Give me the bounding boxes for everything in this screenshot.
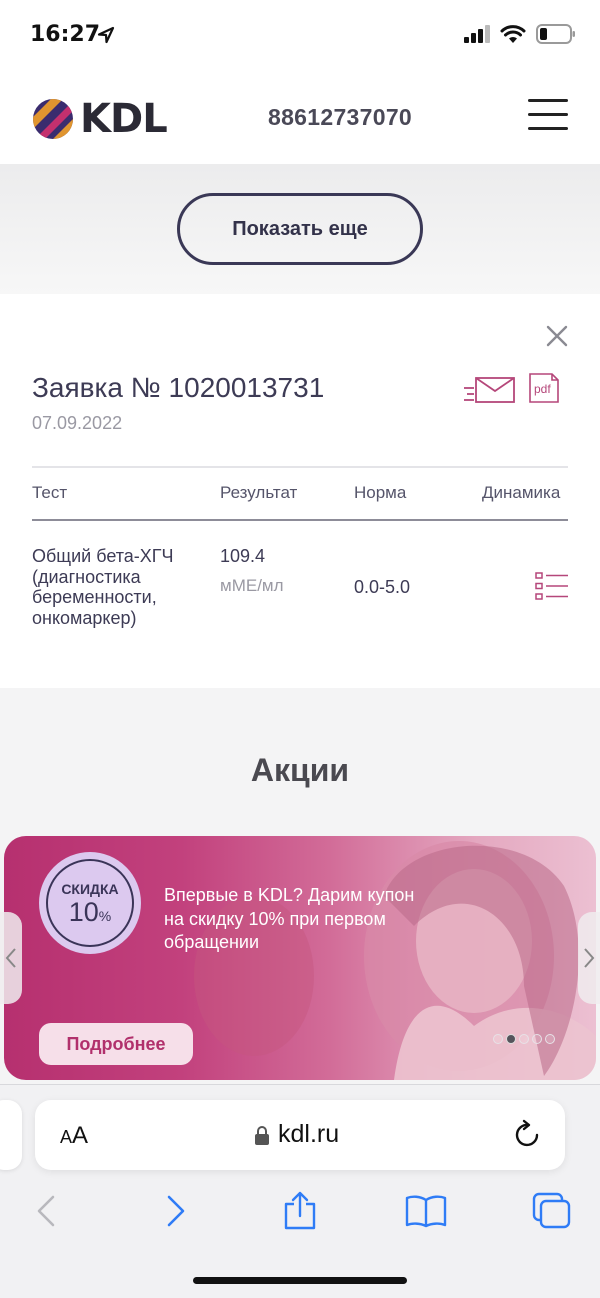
back-icon[interactable] [36,1194,56,1228]
browser-bar: AA kdl.ru [0,1084,600,1298]
menu-line [528,113,568,116]
show-more-section: Показать еще [0,164,600,294]
order-card: Заявка № 1020013731 07.09.2022 pdf Тест … [0,294,600,688]
more-details-button[interactable]: Подробнее [39,1023,193,1065]
browser-toolbar [0,1190,600,1240]
carousel-dot[interactable] [532,1034,542,1044]
test-name-line: беременности, [32,587,157,607]
url-text: kdl.ru [278,1120,340,1148]
text-size-button[interactable]: AA [60,1122,88,1150]
column-header-norm: Норма [354,483,407,502]
send-email-icon[interactable] [464,376,516,404]
pdf-label: pdf [534,382,551,396]
reload-icon[interactable] [514,1119,542,1149]
carousel-next-button[interactable] [578,912,600,1004]
lock-icon [255,1125,269,1145]
test-name: Общий бета-ХГЧ (диагностика беременности… [32,546,202,628]
home-indicator [193,1277,407,1284]
discount-value: 10% [68,897,112,927]
kdl-logo-icon [33,99,73,139]
carousel-dot-active[interactable] [506,1034,516,1044]
tabs-icon[interactable] [532,1192,572,1230]
forward-icon[interactable] [166,1194,186,1228]
promo-banner[interactable]: СКИДКА 10% Впервые в KDL? Дарим купон на… [4,836,596,1080]
battery-icon [536,24,575,44]
chevron-right-icon [584,948,595,968]
carousel-dot[interactable] [545,1034,555,1044]
carousel-dot[interactable] [519,1034,529,1044]
dynamics-list-icon[interactable] [535,572,569,600]
address-bar[interactable]: AA kdl.ru [35,1100,565,1170]
carousel-prev-button[interactable] [0,912,22,1004]
menu-line [528,99,568,102]
status-bar: 16:27 [0,0,600,72]
share-icon[interactable] [283,1190,317,1230]
chevron-left-icon [5,948,16,968]
site-header: KDL 88612737070 [0,72,600,164]
test-norm: 0.0-5.0 [354,577,411,597]
discount-badge: СКИДКА 10% [39,852,141,954]
show-more-button[interactable]: Показать еще [177,193,423,265]
banner-text: Впервые в KDL? Дарим купон на скидку 10%… [164,885,415,952]
kdl-logo[interactable]: KDL [32,96,168,142]
previous-tab[interactable] [0,1100,22,1170]
phone-number[interactable]: 88612737070 [268,104,412,131]
test-name-line: (диагностика [32,566,141,587]
cellular-signal-icon [464,25,490,43]
table-header-divider [32,519,568,521]
location-arrow-icon [97,26,115,44]
order-date: 07.09.2022 [32,413,123,433]
column-header-test: Тест [32,483,68,502]
table-divider [32,466,568,468]
column-header-dynamics: Динамика [482,483,561,502]
order-title: Заявка № 1020013731 [32,372,325,403]
download-pdf-icon[interactable]: pdf [528,372,560,404]
column-header-result: Результат [220,483,298,502]
test-name-line: онкомаркер) [32,607,137,628]
test-result: 109.4 [220,546,266,566]
promotions-title: Акции [250,752,350,788]
test-result-unit: мМЕ/мл [220,576,284,595]
close-icon[interactable] [546,325,568,347]
discount-label: СКИДКА [61,881,119,897]
bookmarks-icon[interactable] [405,1194,447,1228]
menu-line [528,127,568,130]
status-time: 16:27 [30,22,101,47]
carousel-dots [493,1034,555,1044]
carousel-dot[interactable] [493,1034,503,1044]
menu-button[interactable] [528,98,570,132]
wifi-icon [500,24,526,43]
test-name-line: Общий бета-ХГЧ [32,546,174,566]
url-display[interactable]: kdl.ru [255,1120,339,1149]
logo-text: KDL [80,96,168,142]
